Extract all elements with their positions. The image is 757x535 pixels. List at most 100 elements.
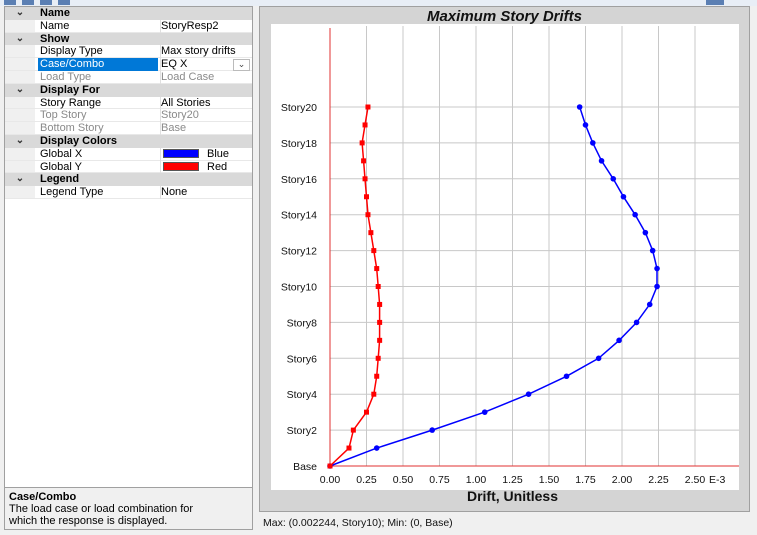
color-swatch (163, 149, 199, 159)
data-point (654, 265, 660, 272)
x-tick-label: 2.00 (612, 474, 633, 486)
load-type-value: Load Case (160, 70, 253, 84)
y-tick-label: Story10 (281, 282, 317, 294)
data-point (350, 427, 356, 433)
data-point (654, 283, 660, 290)
data-point (595, 355, 602, 362)
data-point (525, 391, 532, 398)
case-combo-select[interactable]: EQ X ⌄ (160, 58, 253, 71)
data-point (616, 337, 622, 344)
chevron-down-icon[interactable]: ⌄ (5, 7, 35, 20)
data-point (598, 158, 605, 164)
x-tick-label: 1.00 (466, 474, 487, 486)
data-point (375, 355, 381, 361)
display-type-value[interactable]: Max story drifts (160, 45, 253, 59)
property-bottom-story: Bottom Story Base (5, 122, 252, 135)
data-point (346, 445, 352, 451)
category-display-for[interactable]: ⌄ Display For (5, 83, 252, 97)
property-global-y[interactable]: Global Y Red (5, 160, 253, 174)
legend-type-value[interactable]: None (160, 186, 253, 199)
y-tick-label: Base (293, 461, 317, 473)
data-point (362, 176, 368, 182)
global-x-color[interactable]: Blue (160, 147, 253, 161)
property-help-panel: Case/Combo The load case or load combina… (5, 487, 252, 529)
data-point (375, 284, 381, 289)
help-text-line: The load case or load combination for (9, 503, 194, 515)
data-point (374, 266, 380, 272)
data-point (365, 104, 371, 110)
data-point (633, 319, 640, 326)
x-tick-label: 2.25 (648, 474, 669, 486)
data-point (642, 229, 649, 236)
category-name[interactable]: ⌄ Name (5, 7, 252, 20)
data-point (377, 319, 383, 325)
x-tick-label: 2.50 (685, 474, 706, 486)
toolbar-icon[interactable] (58, 0, 70, 5)
y-tick-label: Story16 (281, 174, 317, 186)
category-display-colors[interactable]: ⌄ Display Colors (5, 134, 252, 148)
data-point (365, 212, 371, 218)
data-point (327, 463, 333, 469)
data-point (429, 427, 435, 433)
chevron-down-icon[interactable]: ⌄ (233, 59, 250, 71)
top-story-value: Story20 (160, 109, 253, 123)
x-tick-label: 0.25 (356, 474, 377, 486)
name-value[interactable]: StoryResp2 (160, 19, 253, 33)
story-range-value[interactable]: All Stories (160, 96, 253, 110)
property-grid: ⌄ Name Name StoryResp2 ⌄ Show Display Type M… (5, 7, 252, 199)
chevron-down-icon[interactable]: ⌄ (5, 84, 35, 97)
property-story-range[interactable]: Story Range All Stories (5, 96, 253, 110)
toolbar-icon[interactable] (40, 0, 52, 5)
y-tick-label: Story14 (281, 210, 317, 222)
data-point (582, 122, 589, 128)
data-point (364, 409, 369, 415)
global-y-color[interactable]: Red (160, 160, 253, 174)
data-point (373, 445, 380, 451)
data-point (377, 337, 383, 343)
property-global-x[interactable]: Global X Blue (5, 147, 253, 161)
help-text-line: which the response is displayed. (9, 515, 168, 527)
data-point (632, 211, 638, 218)
chevron-down-icon[interactable]: ⌄ (5, 33, 35, 46)
data-point (576, 104, 583, 110)
x-tick-label: 0.00 (320, 474, 341, 486)
bottom-story-value: Base (160, 122, 253, 135)
x-tick-label: 1.25 (502, 474, 523, 486)
x-tick-label: 0.75 (429, 474, 450, 486)
chevron-down-icon[interactable]: ⌄ (5, 135, 35, 148)
property-display-type[interactable]: Display Type Max story drifts (5, 45, 253, 59)
y-tick-label: Story8 (287, 317, 318, 329)
property-legend-type[interactable]: Legend Type None (5, 186, 252, 199)
x-tick-label: 1.50 (539, 474, 560, 486)
data-point (646, 301, 653, 308)
property-load-type: Load Type Load Case (5, 70, 253, 84)
data-point (368, 230, 374, 236)
x-axis-title: Drift, Unitless (467, 488, 558, 504)
y-tick-label: Story6 (287, 353, 318, 365)
toolbar-icon[interactable] (706, 0, 724, 5)
category-legend[interactable]: ⌄ Legend (5, 173, 252, 187)
data-point (364, 194, 369, 200)
data-point (590, 140, 596, 146)
help-title: Case/Combo (9, 491, 77, 503)
data-point (362, 122, 368, 128)
data-point (563, 373, 570, 380)
category-show[interactable]: ⌄ Show (5, 32, 252, 46)
property-case-combo[interactable]: Case/Combo EQ X ⌄ (5, 58, 252, 71)
x-axis-unit: E-3 (709, 474, 726, 486)
property-name[interactable]: Name StoryResp2 (5, 19, 253, 33)
y-tick-label: Story12 (281, 246, 317, 258)
toolbar-icon[interactable] (22, 0, 34, 5)
property-grid-pane: ⌄ Name Name StoryResp2 ⌄ Show Display Type M… (4, 6, 253, 530)
data-point (371, 248, 377, 254)
toolbar-icon[interactable] (4, 0, 16, 5)
data-point (620, 193, 627, 200)
plot-area (271, 24, 739, 490)
x-tick-label: 0.50 (393, 474, 414, 486)
data-point (377, 301, 383, 307)
data-point (610, 176, 617, 182)
y-tick-label: Story2 (287, 425, 318, 437)
status-bar: Max: (0.002244, Story10); Min: (0, Base) (259, 512, 750, 535)
chevron-down-icon[interactable]: ⌄ (5, 173, 35, 186)
x-tick-label: 1.75 (575, 474, 596, 486)
